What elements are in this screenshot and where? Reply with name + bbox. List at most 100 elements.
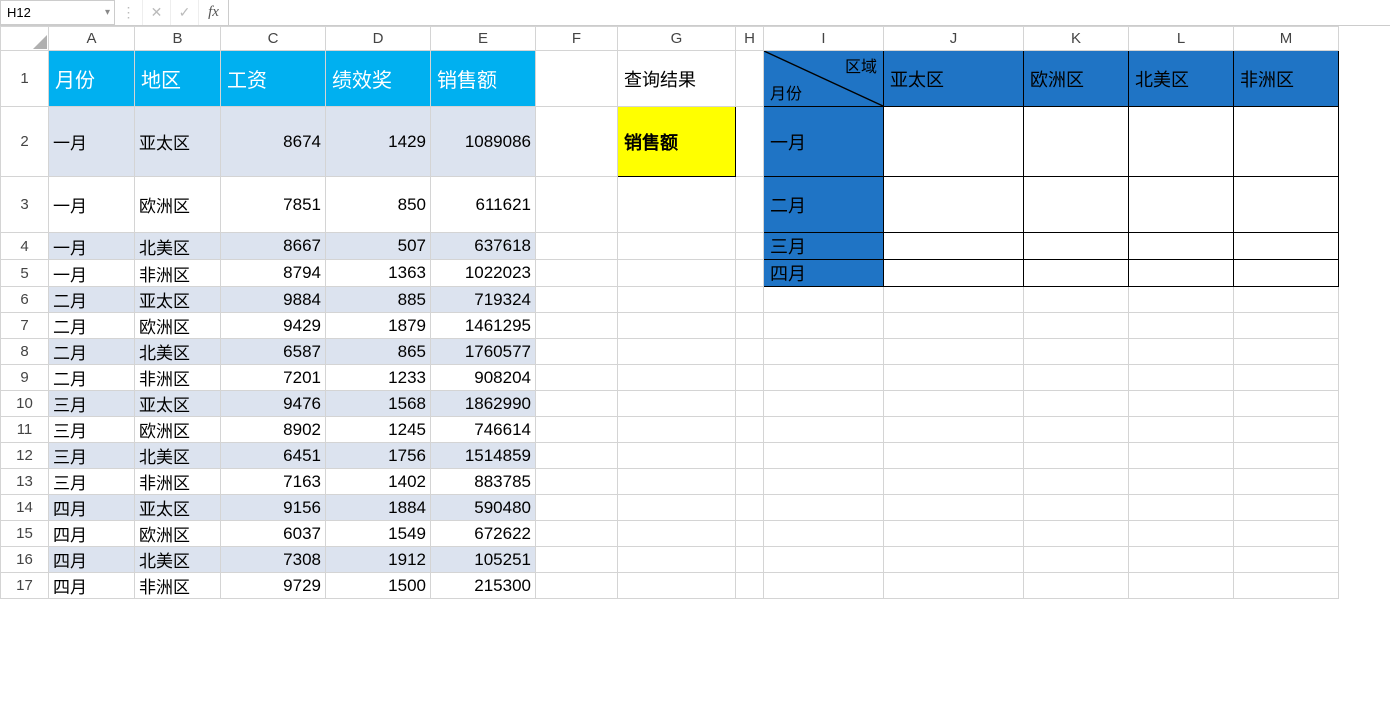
cell[interactable] (618, 260, 736, 287)
row-header[interactable]: 8 (1, 339, 49, 365)
pivot-cell[interactable] (884, 177, 1024, 233)
row-header[interactable]: 10 (1, 391, 49, 417)
column-header[interactable]: E (431, 27, 536, 51)
cell[interactable] (884, 495, 1024, 521)
cell[interactable] (1234, 313, 1339, 339)
table-header[interactable]: 销售额 (431, 51, 536, 107)
cell[interactable] (736, 443, 764, 469)
cell[interactable] (1129, 573, 1234, 599)
pivot-col-header[interactable]: 亚太区 (884, 51, 1024, 107)
name-box-dropdown-icon[interactable]: ▾ (105, 7, 110, 18)
table-cell[interactable]: 1879 (326, 313, 431, 339)
cell[interactable] (764, 339, 884, 365)
cell[interactable] (1024, 469, 1129, 495)
cell[interactable] (1234, 365, 1339, 391)
pivot-col-header[interactable]: 北美区 (1129, 51, 1234, 107)
cell[interactable] (1129, 469, 1234, 495)
table-cell[interactable]: 9884 (221, 287, 326, 313)
cell[interactable] (1129, 391, 1234, 417)
row-header[interactable]: 9 (1, 365, 49, 391)
table-cell[interactable]: 7308 (221, 547, 326, 573)
table-cell[interactable]: 8902 (221, 417, 326, 443)
cell[interactable] (764, 313, 884, 339)
table-cell[interactable]: 北美区 (135, 547, 221, 573)
table-cell[interactable]: 三月 (49, 469, 135, 495)
table-cell[interactable]: 亚太区 (135, 495, 221, 521)
cell[interactable] (764, 547, 884, 573)
table-cell[interactable]: 1756 (326, 443, 431, 469)
cell[interactable] (1129, 313, 1234, 339)
row-header[interactable]: 16 (1, 547, 49, 573)
table-cell[interactable]: 637618 (431, 233, 536, 260)
cell[interactable] (1024, 443, 1129, 469)
pivot-cell[interactable] (1129, 260, 1234, 287)
cell[interactable] (536, 260, 618, 287)
row-header[interactable]: 11 (1, 417, 49, 443)
table-cell[interactable]: 1884 (326, 495, 431, 521)
table-cell[interactable]: 9729 (221, 573, 326, 599)
cell[interactable] (736, 313, 764, 339)
table-cell[interactable]: 1363 (326, 260, 431, 287)
pivot-cell[interactable] (1129, 107, 1234, 177)
table-cell[interactable]: 9429 (221, 313, 326, 339)
cell[interactable] (736, 233, 764, 260)
cell[interactable] (1024, 339, 1129, 365)
cell[interactable] (618, 521, 736, 547)
cell[interactable] (764, 573, 884, 599)
table-cell[interactable]: 一月 (49, 233, 135, 260)
cell[interactable] (1129, 287, 1234, 313)
table-cell[interactable]: 9476 (221, 391, 326, 417)
table-cell[interactable]: 590480 (431, 495, 536, 521)
table-cell[interactable]: 908204 (431, 365, 536, 391)
cell[interactable] (736, 177, 764, 233)
table-cell[interactable]: 1862990 (431, 391, 536, 417)
table-cell[interactable]: 850 (326, 177, 431, 233)
table-header[interactable]: 地区 (135, 51, 221, 107)
table-cell[interactable]: 1568 (326, 391, 431, 417)
table-cell[interactable]: 北美区 (135, 233, 221, 260)
cell[interactable] (736, 107, 764, 177)
table-cell[interactable]: 1245 (326, 417, 431, 443)
cell[interactable] (618, 443, 736, 469)
formula-cancel-icon[interactable]: ✕ (143, 0, 171, 25)
cell[interactable] (1234, 573, 1339, 599)
table-cell[interactable]: 四月 (49, 547, 135, 573)
table-cell[interactable]: 三月 (49, 391, 135, 417)
select-all-corner[interactable] (1, 27, 49, 51)
cell[interactable] (1024, 313, 1129, 339)
cell[interactable] (884, 391, 1024, 417)
cell[interactable] (1024, 417, 1129, 443)
pivot-row-header[interactable]: 四月 (764, 260, 884, 287)
table-cell[interactable]: 亚太区 (135, 107, 221, 177)
table-cell[interactable]: 1402 (326, 469, 431, 495)
formula-accept-icon[interactable]: ✓ (171, 0, 199, 25)
table-cell[interactable]: 北美区 (135, 443, 221, 469)
table-cell[interactable]: 二月 (49, 287, 135, 313)
cell[interactable] (536, 107, 618, 177)
cell[interactable] (884, 573, 1024, 599)
pivot-row-header[interactable]: 一月 (764, 107, 884, 177)
cell[interactable] (764, 495, 884, 521)
table-cell[interactable]: 8794 (221, 260, 326, 287)
table-header[interactable]: 工资 (221, 51, 326, 107)
column-header[interactable]: H (736, 27, 764, 51)
table-cell[interactable]: 719324 (431, 287, 536, 313)
table-cell[interactable]: 二月 (49, 339, 135, 365)
pivot-cell[interactable] (1024, 107, 1129, 177)
pivot-cell[interactable] (1129, 233, 1234, 260)
cell[interactable] (884, 313, 1024, 339)
cell[interactable] (1234, 443, 1339, 469)
cell[interactable] (764, 391, 884, 417)
cell[interactable] (736, 495, 764, 521)
cell[interactable] (884, 287, 1024, 313)
cell[interactable] (536, 339, 618, 365)
pivot-row-header[interactable]: 三月 (764, 233, 884, 260)
table-cell[interactable]: 9156 (221, 495, 326, 521)
pivot-cell[interactable] (1129, 177, 1234, 233)
row-header[interactable]: 5 (1, 260, 49, 287)
cell[interactable] (1024, 391, 1129, 417)
lookup-value[interactable]: 销售额 (618, 107, 736, 177)
lookup-label[interactable]: 查询结果 (618, 51, 736, 107)
cell[interactable] (618, 417, 736, 443)
table-cell[interactable]: 四月 (49, 495, 135, 521)
